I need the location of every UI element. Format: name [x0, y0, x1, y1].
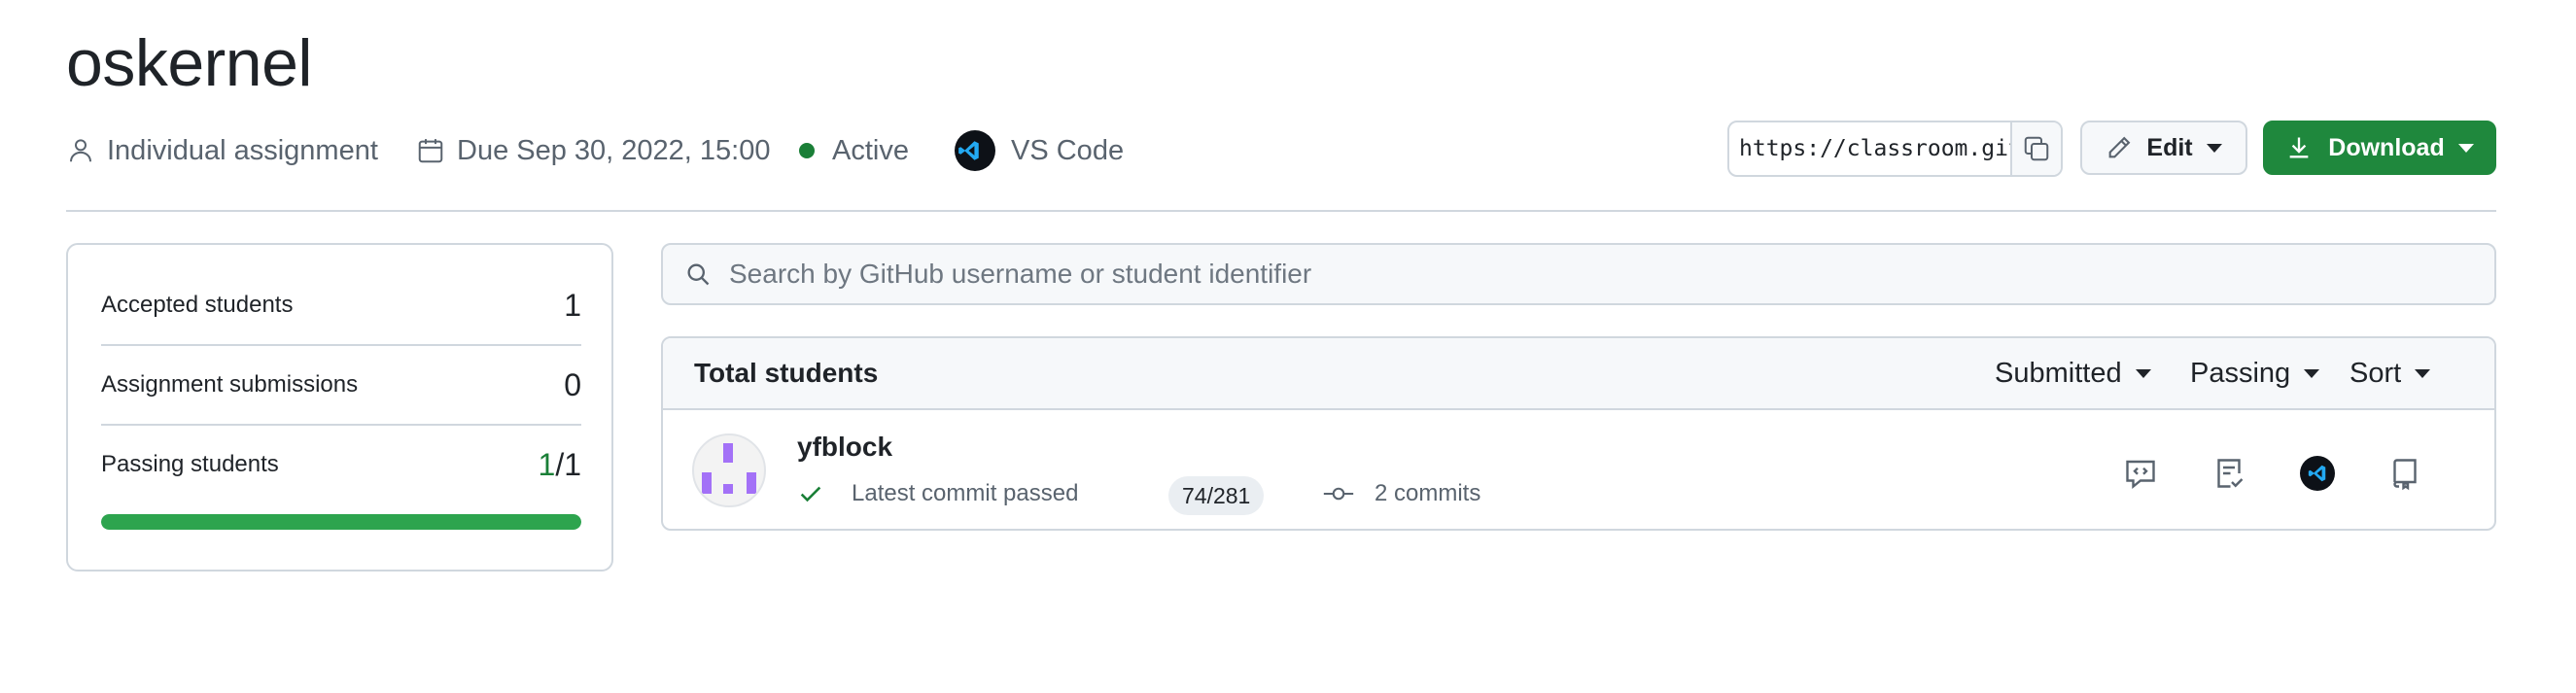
commit-count-label: 2 commits [1375, 480, 1481, 506]
edit-label: Edit [2146, 133, 2193, 161]
git-commit-icon [1323, 487, 1354, 501]
passing-count: 1 [538, 446, 556, 482]
student-search[interactable] [661, 243, 2496, 305]
repository-button[interactable] [2385, 454, 2424, 493]
sort-dropdown[interactable]: Sort [2350, 338, 2431, 408]
code-review-icon [2126, 460, 2155, 489]
invite-url-field[interactable]: https://classroom.github.com/a/ [1727, 121, 2063, 177]
stat-submissions: Assignment submissions 0 [101, 346, 581, 424]
vscode-icon [2300, 456, 2335, 491]
download-label: Download [2328, 133, 2445, 161]
filter-label: Sort [2350, 357, 2402, 389]
chevron-down-icon [2135, 368, 2151, 378]
vscode-icon [955, 130, 995, 171]
passing-progress-bar [101, 514, 581, 530]
header-divider [66, 210, 2496, 212]
repo-icon [2393, 459, 2417, 491]
filter-label: Submitted [1995, 357, 2122, 389]
students-table: Total students Submitted Passing Sort yf… [661, 336, 2496, 531]
page-title: oskernel [66, 26, 313, 100]
search-icon [687, 263, 710, 286]
calendar-icon [418, 139, 443, 163]
due-date-label: Due Sep 30, 2022, 15:00 [457, 134, 771, 166]
commit-status-label: Latest commit passed [852, 480, 1079, 506]
chevron-down-icon [2206, 143, 2222, 153]
table-row: yfblock Latest commit passed 74/281 2 co… [663, 410, 2494, 529]
editor-indicator: VS Code [955, 128, 1124, 173]
active-dot-icon [799, 143, 815, 158]
stat-label: Passing students [101, 451, 279, 477]
open-vscode-button[interactable] [2298, 454, 2337, 493]
stat-value: 0 [564, 366, 581, 402]
editor-label: VS Code [1011, 134, 1125, 166]
assignment-type-label: Individual assignment [107, 134, 378, 166]
copy-icon [2024, 136, 2049, 161]
edit-button[interactable]: Edit [2080, 121, 2247, 175]
status-label: Active [832, 134, 909, 166]
stat-passing: Passing students 1/1 [101, 426, 581, 503]
stat-label: Assignment submissions [101, 371, 359, 398]
invite-url-text[interactable]: https://classroom.github.com/a/ [1729, 122, 2010, 175]
chevron-down-icon [2415, 368, 2431, 378]
passing-progress-fill [101, 514, 581, 530]
score-badge: 74/281 [1168, 476, 1265, 515]
total-students-label: Total students [694, 358, 879, 388]
checklist-icon [2217, 459, 2244, 488]
avatar[interactable] [692, 433, 766, 507]
feedback-button[interactable] [2121, 454, 2160, 493]
stat-accepted: Accepted students 1 [101, 266, 581, 344]
check-icon [800, 486, 821, 502]
table-header: Total students Submitted Passing Sort [663, 338, 2494, 410]
stats-card: Accepted students 1 Assignment submissio… [66, 243, 613, 572]
chevron-down-icon [2304, 368, 2320, 378]
assignment-type: Individual assignment [66, 128, 378, 173]
search-input[interactable] [727, 258, 2494, 291]
commit-count[interactable]: 2 commits [1322, 480, 1480, 507]
pencil-icon [2109, 136, 2131, 158]
download-button[interactable]: Download [2263, 121, 2496, 175]
grading-button[interactable] [2210, 454, 2248, 493]
stat-label: Accepted students [101, 292, 294, 318]
status-indicator: Active [799, 128, 909, 173]
identicon-icon [702, 443, 756, 494]
chevron-down-icon [2457, 143, 2474, 153]
passing-total: /1 [555, 446, 581, 482]
person-icon [70, 139, 91, 162]
stat-value: 1 [564, 287, 581, 323]
filter-label: Passing [2190, 357, 2291, 389]
commit-status: Latest commit passed [797, 480, 1078, 507]
student-username[interactable]: yfblock [797, 432, 892, 463]
copy-url-button[interactable] [2010, 122, 2061, 175]
stat-value: 1/1 [539, 447, 581, 483]
due-date: Due Sep 30, 2022, 15:00 [416, 128, 770, 173]
download-icon [2289, 137, 2309, 158]
filter-passing[interactable]: Passing [2190, 338, 2320, 408]
filter-submitted[interactable]: Submitted [1995, 338, 2151, 408]
